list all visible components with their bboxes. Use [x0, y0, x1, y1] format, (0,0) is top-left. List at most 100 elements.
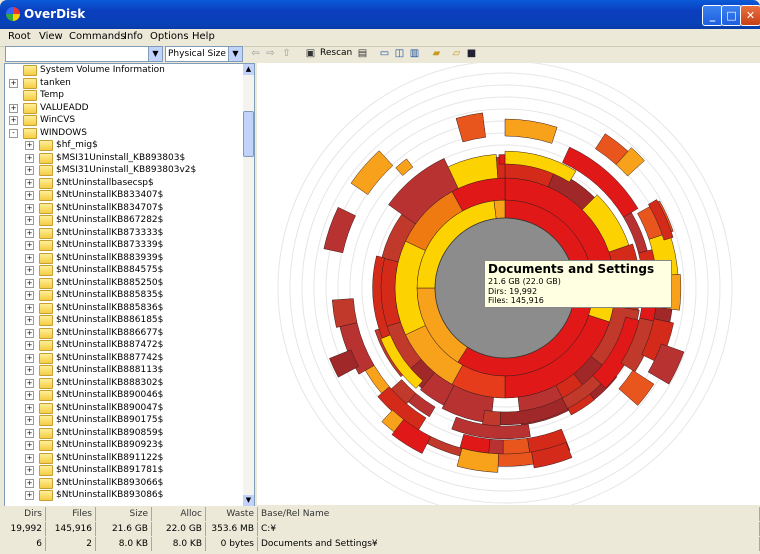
tree-item[interactable]: + $NtUninstallKB873333$	[5, 227, 243, 239]
size-mode-select[interactable]: Physical Size ▼	[165, 46, 243, 62]
expand-icon[interactable]: +	[25, 328, 34, 338]
tree-scrollbar[interactable]: ▲ ▼	[243, 64, 254, 506]
menu-help[interactable]: Help	[192, 31, 215, 42]
tree-item[interactable]: + $MSI31Uninstall_KB893803$	[5, 152, 243, 164]
tree-item[interactable]: + $NtUninstallKB890923$	[5, 439, 243, 451]
tree-item[interactable]: - WINDOWS	[5, 127, 243, 139]
close-button[interactable]: ✕	[740, 5, 760, 26]
expand-icon[interactable]: +	[9, 103, 18, 113]
expand-icon[interactable]: +	[25, 203, 34, 213]
tree-item[interactable]: + $NtUninstallKB834707$	[5, 202, 243, 214]
tree-item[interactable]: + $NtUninstallKB890175$	[5, 414, 243, 426]
tree-item[interactable]: + $NtUninstallKB885250$	[5, 277, 243, 289]
expand-icon[interactable]: +	[25, 316, 34, 325]
tree-item[interactable]: + $NtUninstallKB873339$	[5, 239, 243, 251]
expand-icon[interactable]: +	[25, 141, 34, 150]
menu-options[interactable]: Options	[150, 31, 189, 42]
expand-icon[interactable]: +	[25, 491, 34, 500]
expand-icon[interactable]: +	[25, 378, 34, 388]
open-folder-icon[interactable]: ▱	[450, 47, 463, 60]
tree-item[interactable]: + tanken	[5, 77, 243, 89]
chevron-down-icon[interactable]: ▼	[228, 47, 242, 61]
tree-item[interactable]: + $NtUninstallbasecsp$	[5, 177, 243, 189]
rescan-button[interactable]: Rescan	[320, 48, 352, 58]
expand-icon[interactable]: +	[25, 416, 34, 425]
expand-icon[interactable]: +	[25, 391, 34, 400]
tree-item-label: $NtUninstallKB891781$	[56, 465, 164, 475]
directory-tree[interactable]: System Volume Information + tanken Temp + VAL…	[4, 63, 255, 507]
document-icon[interactable]: ▤	[356, 47, 369, 60]
expand-icon[interactable]: +	[25, 341, 34, 350]
expand-icon[interactable]: +	[25, 466, 34, 475]
menu-root[interactable]: Root	[8, 31, 31, 42]
tree-item[interactable]: System Volume Information	[5, 64, 243, 76]
menu-info[interactable]: Info	[124, 31, 143, 42]
expand-icon[interactable]: +	[25, 166, 34, 175]
tree-item[interactable]: + $NtUninstallKB884575$	[5, 264, 243, 276]
tree-item[interactable]: + $NtUninstallKB891122$	[5, 452, 243, 464]
minimize-button[interactable]: _	[702, 5, 723, 26]
tree-item[interactable]: + $NtUninstallKB887472$	[5, 339, 243, 351]
sunburst-view[interactable]: Documents and Settings 21.6 GB (22.0 GB)…	[257, 63, 760, 505]
tree-item[interactable]: + WinCVS	[5, 114, 243, 126]
tree-item[interactable]: + $NtUninstallKB885835$	[5, 289, 243, 301]
expand-icon[interactable]: +	[25, 428, 34, 438]
expand-icon[interactable]: +	[25, 153, 34, 163]
tree-item[interactable]: + $NtUninstallKB893086$	[5, 489, 243, 501]
tree-item[interactable]: + $NtUninstallKB888113$	[5, 364, 243, 376]
expand-icon[interactable]: +	[25, 191, 34, 200]
scrollbar-thumb[interactable]	[243, 111, 254, 157]
expand-icon[interactable]: +	[25, 216, 34, 225]
menu-view[interactable]: View	[39, 31, 63, 42]
tree-item[interactable]: + $NtUninstallKB890859$	[5, 427, 243, 439]
tree-item[interactable]: + $NtUninstallKB890047$	[5, 402, 243, 414]
tree-item[interactable]: + $hf_mig$	[5, 139, 243, 151]
tree-item[interactable]: + $NtUninstallKB893066$	[5, 477, 243, 489]
back-arrow-icon[interactable]: ⇦	[249, 47, 262, 60]
menu-commands[interactable]: Commands	[69, 31, 126, 42]
expand-icon[interactable]: +	[25, 278, 34, 288]
tree-item[interactable]: + $NtUninstallKB888302$	[5, 377, 243, 389]
layout-single-icon[interactable]: ▭	[378, 47, 391, 60]
tree-item[interactable]: + $NtUninstallKB833407$	[5, 189, 243, 201]
expand-icon[interactable]: +	[25, 366, 34, 375]
maximize-button[interactable]: □	[721, 5, 742, 26]
save-icon[interactable]: ■	[465, 47, 478, 60]
expand-icon[interactable]: +	[25, 291, 34, 300]
expand-icon[interactable]: +	[25, 303, 34, 313]
expand-icon[interactable]: +	[25, 178, 34, 188]
up-arrow-icon[interactable]: ⇧	[280, 47, 293, 60]
tree-item[interactable]: Temp	[5, 89, 243, 101]
path-combo[interactable]: ▼	[5, 46, 163, 62]
tree-item[interactable]: + $NtUninstallKB886677$	[5, 327, 243, 339]
tree-item[interactable]: + $NtUninstallKB891781$	[5, 464, 243, 476]
layout-split-icon[interactable]: ◫	[393, 47, 406, 60]
expand-icon[interactable]: +	[25, 441, 34, 450]
tree-item[interactable]: + VALUEADD	[5, 102, 243, 114]
expand-icon[interactable]: +	[25, 353, 34, 363]
expand-icon[interactable]: +	[25, 453, 34, 463]
chevron-down-icon[interactable]: ▼	[148, 47, 162, 61]
expand-icon[interactable]: +	[25, 478, 34, 488]
tree-item[interactable]: + $NtUninstallKB885836$	[5, 302, 243, 314]
expand-icon[interactable]: +	[9, 78, 18, 88]
expand-icon[interactable]: +	[25, 266, 34, 275]
tree-item[interactable]: + $MSI31Uninstall_KB893803v2$	[5, 164, 243, 176]
tree-item[interactable]: + $NtUninstallKB887742$	[5, 352, 243, 364]
layout-columns-icon[interactable]: ▥	[408, 47, 421, 60]
tree-item[interactable]: + $NtUninstallKB890046$	[5, 389, 243, 401]
expand-icon[interactable]: +	[25, 253, 34, 263]
folder-find-icon[interactable]: ▰	[430, 47, 443, 60]
forward-arrow-icon[interactable]: ⇨	[264, 47, 277, 60]
collapse-icon[interactable]: -	[9, 128, 18, 138]
expand-icon[interactable]: +	[25, 403, 34, 413]
expand-icon[interactable]: +	[9, 116, 18, 125]
expand-icon[interactable]: +	[25, 241, 34, 250]
tree-item[interactable]: + $NtUninstallKB886185$	[5, 314, 243, 326]
scroll-down-icon[interactable]: ▼	[243, 495, 254, 506]
tree-item[interactable]: + $NtUninstallKB867282$	[5, 214, 243, 226]
tree-item[interactable]: + $NtUninstallKB883939$	[5, 252, 243, 264]
expand-icon[interactable]: +	[25, 228, 34, 238]
scroll-up-icon[interactable]: ▲	[243, 64, 254, 75]
rescan-icon[interactable]: ▣	[304, 47, 317, 60]
